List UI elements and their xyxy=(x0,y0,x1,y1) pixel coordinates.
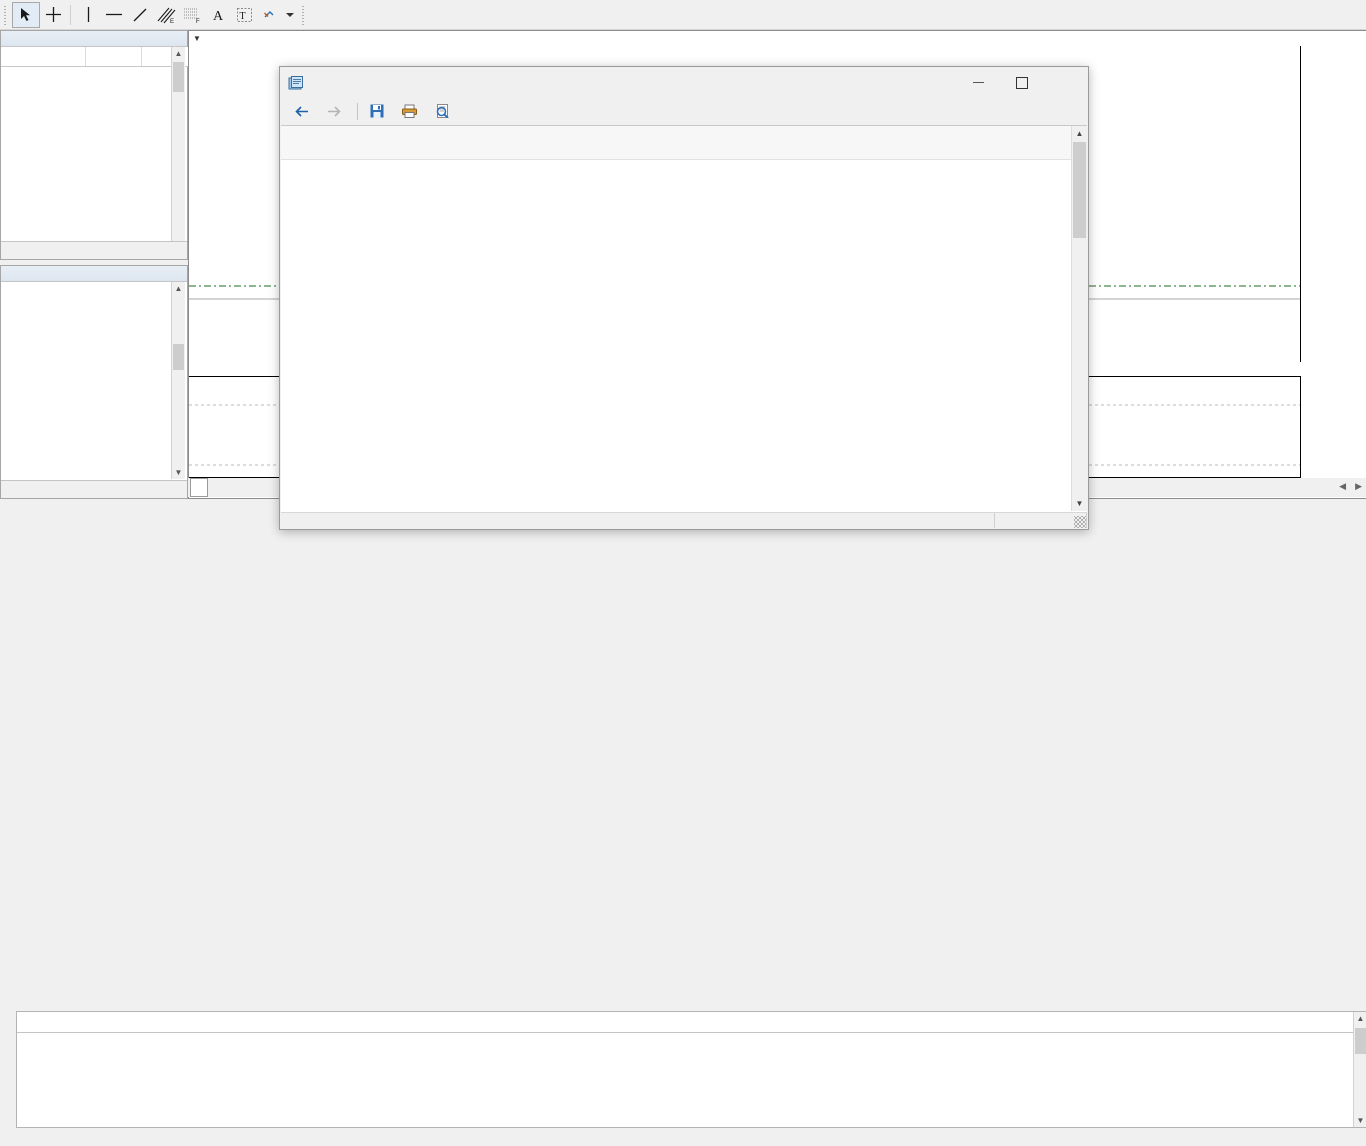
news-grid[interactable]: ▲ ▼ xyxy=(16,1011,1366,1128)
market-watch-body: ▲ ▼ xyxy=(1,47,198,259)
crosshair-icon[interactable] xyxy=(40,3,66,27)
navigator-tree xyxy=(1,282,185,284)
scroll-up-icon[interactable]: ▲ xyxy=(172,282,185,295)
news-grid-header xyxy=(17,1012,1366,1033)
main-toolbar: E F A T xyxy=(0,0,1366,30)
scroll-thumb[interactable] xyxy=(1355,1028,1366,1054)
article-body xyxy=(281,160,1087,188)
minimize-icon[interactable] xyxy=(956,68,1000,98)
maximize-icon[interactable] xyxy=(1000,68,1044,98)
article-header xyxy=(281,126,1087,160)
scroll-down-icon[interactable]: ▼ xyxy=(172,466,185,479)
print-preview-icon xyxy=(436,104,449,118)
dialog-status-bar xyxy=(281,512,1087,528)
resize-grip[interactable] xyxy=(1074,516,1086,528)
news-scrollbar[interactable]: ▲ ▼ xyxy=(1353,1012,1366,1127)
text-label-icon[interactable]: T xyxy=(231,3,257,27)
navigator-header xyxy=(1,266,187,282)
scroll-left-icon[interactable]: ◀ xyxy=(1339,481,1346,492)
news-icon xyxy=(288,75,304,91)
status-cell-main xyxy=(281,513,995,528)
equidistant-channel-icon[interactable]: E xyxy=(153,3,179,27)
cursor-icon[interactable] xyxy=(12,1,40,28)
save-icon xyxy=(370,104,384,118)
objects-icon[interactable] xyxy=(257,3,283,27)
svg-text:E: E xyxy=(170,19,174,24)
svg-text:A: A xyxy=(213,9,224,22)
price-scale[interactable] xyxy=(1300,46,1365,362)
close-icon[interactable] xyxy=(1044,68,1088,98)
chart-hscroll-arrows[interactable]: ◀ ▶ xyxy=(1339,481,1362,492)
dialog-content xyxy=(281,125,1087,513)
fibonacci-icon[interactable]: F xyxy=(179,3,205,27)
column-header-bid[interactable] xyxy=(85,47,142,67)
arrow-right-icon xyxy=(328,105,341,117)
chart-tab-eurusd-daily[interactable] xyxy=(190,478,208,497)
arrow-left-icon xyxy=(295,105,308,117)
svg-text:F: F xyxy=(196,19,200,24)
chevron-down-icon[interactable]: ▼ xyxy=(193,34,201,43)
scroll-up-icon[interactable]: ▲ xyxy=(1354,1012,1366,1025)
timeframe-toolbar-grip[interactable] xyxy=(301,3,308,26)
objects-dropdown-arrow-icon[interactable] xyxy=(283,3,297,27)
terminal-tabs xyxy=(16,1126,1366,1146)
scroll-down-icon[interactable]: ▼ xyxy=(1072,496,1087,511)
print-preview-button[interactable] xyxy=(428,100,461,122)
market-watch-scrollbar[interactable]: ▲ ▼ xyxy=(171,47,185,259)
news-article-dialog[interactable]: ▲ ▼ xyxy=(279,66,1089,530)
dialog-toolbar xyxy=(280,98,1088,124)
svg-text:T: T xyxy=(239,11,245,22)
chart-header: ▼ xyxy=(189,31,1366,46)
market-watch-tabs xyxy=(1,241,187,259)
trendline-icon[interactable] xyxy=(127,3,153,27)
navigator-tabs xyxy=(1,480,187,498)
column-header-symbol[interactable] xyxy=(1,47,86,67)
vertical-line-icon[interactable] xyxy=(75,3,101,27)
dialog-toolbar-separator xyxy=(357,102,358,120)
horizontal-line-icon[interactable] xyxy=(101,3,127,27)
scroll-up-icon[interactable]: ▲ xyxy=(1072,126,1087,141)
toolbar-separator xyxy=(70,4,71,25)
scroll-right-icon[interactable]: ▶ xyxy=(1355,481,1362,492)
navigator-scrollbar[interactable]: ▲ ▼ xyxy=(171,282,185,479)
navigator-panel: ▲ ▼ xyxy=(0,265,188,499)
scroll-thumb[interactable] xyxy=(173,344,184,370)
dialog-title-bar[interactable] xyxy=(280,67,1088,98)
mt-application-window: E F A T ▲ ▲ ▼ ▼ ◀ ▶ ▲ ▼ ▲ ▼ xyxy=(0,0,1366,1128)
text-icon[interactable]: A xyxy=(205,3,231,27)
article-document xyxy=(281,126,1087,513)
scroll-thumb[interactable] xyxy=(173,62,184,92)
navigator-body: ▲ ▼ xyxy=(1,282,185,479)
toolbar-grip[interactable] xyxy=(3,3,10,26)
print-icon xyxy=(402,104,417,118)
scroll-up-icon[interactable]: ▲ xyxy=(172,47,185,60)
save-button[interactable] xyxy=(363,100,395,122)
scroll-thumb[interactable] xyxy=(1073,142,1086,238)
quotes-header-row xyxy=(1,47,198,67)
article-scrollbar[interactable]: ▲ ▼ xyxy=(1071,126,1087,511)
print-button[interactable] xyxy=(395,100,428,122)
previous-button[interactable] xyxy=(288,100,320,122)
quotes-table xyxy=(1,47,198,67)
market-watch-header xyxy=(1,31,187,47)
next-button xyxy=(320,100,352,122)
market-watch-panel: ▲ ▼ xyxy=(0,30,198,260)
